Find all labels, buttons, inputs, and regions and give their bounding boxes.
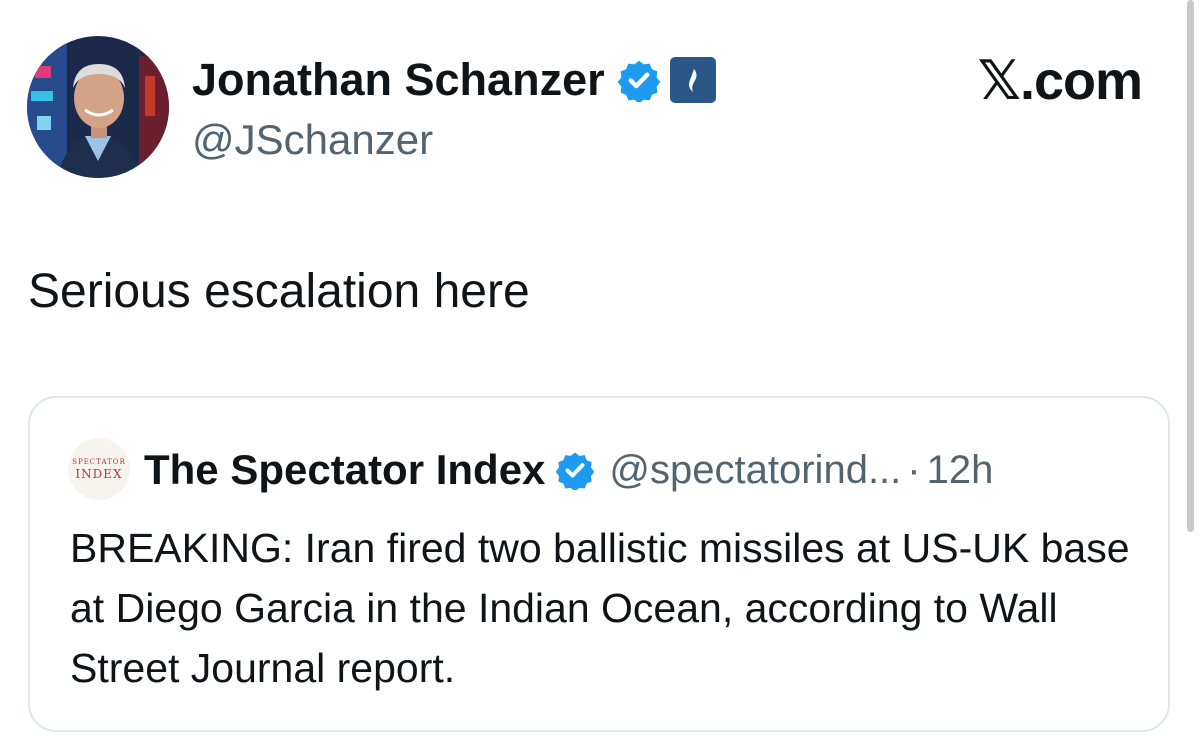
author-display-name[interactable]: Jonathan Schanzer: [192, 52, 605, 108]
quote-body-text: BREAKING: Iran fired two ballistic missi…: [70, 525, 1130, 691]
verified-check-icon: [555, 450, 595, 492]
avatar-photo: [27, 36, 169, 178]
author-handle[interactable]: @JSchanzer: [192, 114, 433, 166]
quote-avatar-text-bottom: INDEX: [75, 466, 123, 481]
x-brand-logo: 𝕏.com: [977, 51, 1143, 111]
verified-check-icon: [617, 58, 661, 104]
quoted-tweet-card[interactable]: SPECTATOR INDEX The Spectator Index @spe…: [28, 396, 1170, 732]
quote-separator: ·: [907, 447, 921, 492]
affiliation-badge-icon[interactable]: [669, 57, 716, 103]
quote-handle[interactable]: @spectatorind...: [609, 448, 901, 493]
tweet-text: Serious escalation here: [28, 265, 530, 318]
author-name-row[interactable]: Jonathan Schanzer: [192, 52, 716, 108]
quote-display-name[interactable]: The Spectator Index: [144, 446, 545, 494]
quote-header: The Spectator Index @spectatorind... · 1…: [144, 442, 993, 498]
author-avatar[interactable]: [27, 36, 169, 178]
quote-author-avatar[interactable]: SPECTATOR INDEX: [68, 438, 130, 500]
quote-timestamp[interactable]: 12h: [927, 448, 994, 493]
quote-avatar-text-top: SPECTATOR: [72, 457, 126, 466]
scrollbar[interactable]: [1187, 0, 1194, 532]
